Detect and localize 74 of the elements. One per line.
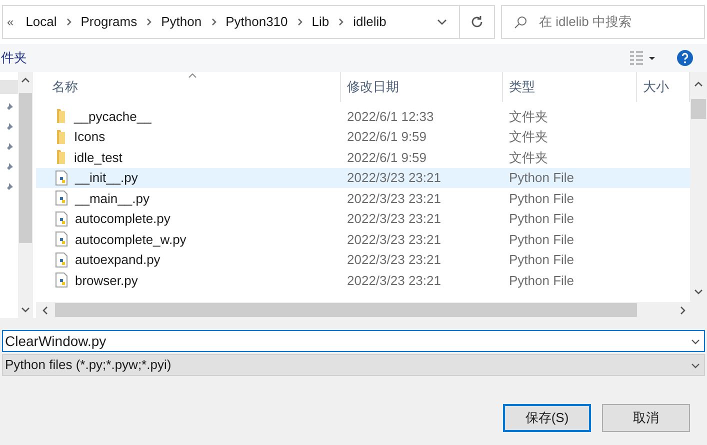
dropdown-icon[interactable] <box>691 336 700 346</box>
breadcrumb[interactable]: Local <box>24 12 59 32</box>
breadcrumb[interactable]: Lib <box>310 12 332 32</box>
type-cell-text: 文件夹 <box>508 148 549 166</box>
chevron-icon[interactable] <box>145 18 154 26</box>
new-folder-button[interactable]: 件夹 <box>1 48 27 68</box>
type-cell-text: Python File <box>508 251 576 269</box>
overflow-chevron[interactable]: « <box>7 13 14 31</box>
date-cell-text: 2022/6/1 12:33 <box>346 108 435 126</box>
dialog-button[interactable]: 取消 <box>602 404 690 432</box>
chevron-icon[interactable] <box>296 18 304 26</box>
file-type-dropdown[interactable]: Python files (*.py;*.pyw;*.pyi) <box>2 354 705 376</box>
breadcrumb[interactable]: Python310 <box>224 12 290 32</box>
refresh-icon[interactable] <box>470 15 484 29</box>
file-name: Icons <box>74 128 106 146</box>
scrollbar-thumb[interactable] <box>19 93 32 243</box>
scroll-down-icon[interactable] <box>694 287 703 296</box>
date-cell-text: 2022/6/1 9:59 <box>346 148 428 166</box>
scrollbar-thumb[interactable] <box>55 303 637 317</box>
type-cell-text: Python File <box>508 190 576 208</box>
dropdown-icon[interactable] <box>437 17 447 27</box>
scroll-down-icon[interactable] <box>21 305 30 314</box>
file-name: __pycache__ <box>74 108 152 126</box>
file-name-field[interactable]: ClearWindow.py <box>2 330 705 352</box>
date-cell-text: 2022/3/23 23:21 <box>346 251 442 269</box>
type-cell-text: Python File <box>508 272 576 290</box>
type-cell-text: Python File <box>508 230 576 249</box>
type-cell-text: 文件夹 <box>508 128 549 146</box>
type-cell-text: 文件夹 <box>508 108 549 126</box>
date-cell-text: 2022/6/1 9:59 <box>346 128 428 146</box>
breadcrumb[interactable]: Programs <box>78 12 140 32</box>
folder-icon <box>57 109 65 124</box>
chevron-icon[interactable] <box>337 18 346 26</box>
python-file-icon <box>54 190 69 206</box>
folder-icon <box>57 130 65 144</box>
column-header[interactable]: 类型 <box>503 72 637 102</box>
folder-icon <box>57 150 65 164</box>
date-cell-text: 2022/3/23 23:21 <box>346 230 442 248</box>
scroll-up-icon[interactable] <box>21 76 30 85</box>
scroll-left-icon[interactable] <box>41 306 50 314</box>
search-icon <box>514 16 527 28</box>
dropdown-icon <box>691 360 700 370</box>
search-field[interactable]: 在 idlelib 中搜索 <box>501 5 705 39</box>
date-cell-text: 2022/3/23 23:21 <box>346 190 442 208</box>
file-name: autocomplete_w.py <box>75 230 186 249</box>
python-file-icon <box>54 210 69 227</box>
date-cell-text: 2022/3/23 23:21 <box>346 169 442 187</box>
chevron-icon[interactable] <box>64 18 73 26</box>
file-name: autocomplete.py <box>75 210 170 228</box>
file-row[interactable]: __init__.py 2022/3/23 23:21 Python File <box>36 168 690 188</box>
type-cell-text: Python File <box>508 169 576 187</box>
scroll-up-icon[interactable] <box>694 80 703 89</box>
help-icon[interactable] <box>677 50 693 66</box>
column-header[interactable]: 名称 <box>36 72 341 102</box>
python-file-icon <box>54 170 69 186</box>
view-options-icon[interactable] <box>629 51 655 65</box>
column-header[interactable]: 修改日期 <box>341 72 503 102</box>
breadcrumb[interactable]: Python <box>159 12 204 32</box>
dialog-button[interactable]: 保存(S) <box>503 404 591 432</box>
python-file-icon <box>54 231 69 248</box>
file-name: browser.py <box>75 272 138 290</box>
file-name: autoexpand.py <box>75 251 160 269</box>
file-name: __init__.py <box>75 169 138 187</box>
python-file-icon <box>54 252 69 268</box>
file-name: __main__.py <box>75 190 150 208</box>
date-cell-text: 2022/3/23 23:21 <box>346 210 442 228</box>
scroll-right-icon[interactable] <box>678 306 687 314</box>
python-file-icon <box>54 272 69 288</box>
date-cell-text: 2022/3/23 23:21 <box>346 272 442 290</box>
file-name: idle_test <box>74 148 122 167</box>
chevron-icon[interactable] <box>210 18 218 26</box>
scrollbar-thumb[interactable] <box>691 99 706 119</box>
type-cell-text: Python File <box>508 210 576 228</box>
breadcrumb[interactable]: idlelib <box>351 12 388 32</box>
